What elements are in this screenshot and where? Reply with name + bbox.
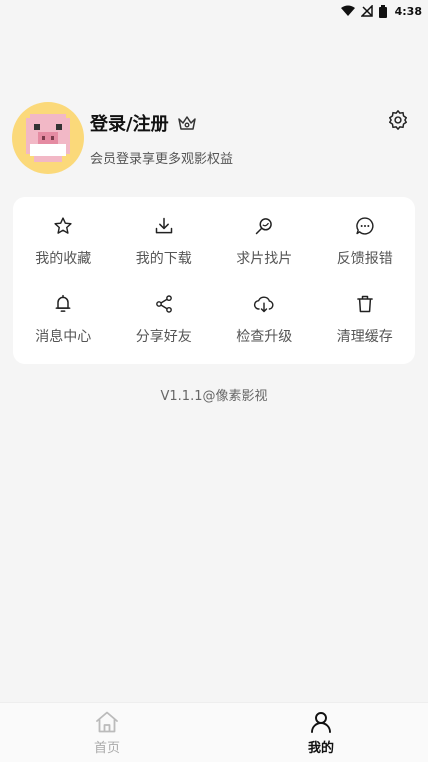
crown-icon [177,115,196,130]
menu-item-feedback[interactable]: 反馈报错 [315,203,416,281]
nav-label-mine: 我的 [307,740,334,756]
status-time: 4:38 [394,4,422,18]
download-icon [155,218,172,234]
settings-button[interactable] [386,108,410,132]
home-icon [96,711,118,732]
version-text: V1.1.1@像素影视 [160,389,268,404]
star-icon [54,217,72,235]
wifi-icon [340,5,355,16]
pixel-pig-avatar-icon [26,114,70,162]
menu-label: 检查升级 [236,328,293,345]
profile-subtitle: 会员登录享更多观影权益 [90,151,234,167]
menu-label: 求片找片 [236,251,293,268]
battery-icon [378,4,387,18]
profile-header: 登录/注册 会员登录享更多观影权益 [12,102,410,174]
menu-item-request-movie[interactable]: 求片找片 [214,203,315,281]
gear-icon [389,110,407,130]
login-register-link[interactable]: 登录/注册 [90,110,169,136]
menu-label: 我的收藏 [35,251,92,268]
menu-label: 消息中心 [35,328,92,345]
menu-label: 分享好友 [135,328,192,345]
trash-icon [356,295,373,312]
bottom-nav: 首页 我的 [0,702,428,762]
menu-item-share[interactable]: 分享好友 [114,281,215,359]
menu-item-favorites[interactable]: 我的收藏 [13,203,114,281]
chat-bubble-icon [356,217,374,235]
search-icon [256,218,273,235]
menu-item-clear-cache[interactable]: 清理缓存 [315,281,416,359]
nav-item-home[interactable]: 首页 [0,703,214,762]
cloud-download-icon [254,296,274,312]
user-icon [311,711,331,733]
nav-label-home: 首页 [93,740,120,756]
nav-item-mine[interactable]: 我的 [214,703,428,762]
menu-item-check-update[interactable]: 检查升级 [214,281,315,359]
bell-icon [55,294,71,312]
menu-item-messages[interactable]: 消息中心 [13,281,114,359]
menu-label: 我的下载 [135,251,192,268]
status-bar: 4:38 [0,0,428,22]
menu-item-downloads[interactable]: 我的下载 [114,203,215,281]
menu-label: 反馈报错 [336,251,393,268]
share-icon [155,295,172,313]
menu-grid: 我的收藏 我的下载 求片找片 反馈报错 消息中心 分享好友 检查升级 清理缓存 [13,197,415,364]
menu-label: 清理缓存 [336,328,393,345]
no-signal-icon [360,5,373,17]
avatar[interactable] [12,102,84,174]
